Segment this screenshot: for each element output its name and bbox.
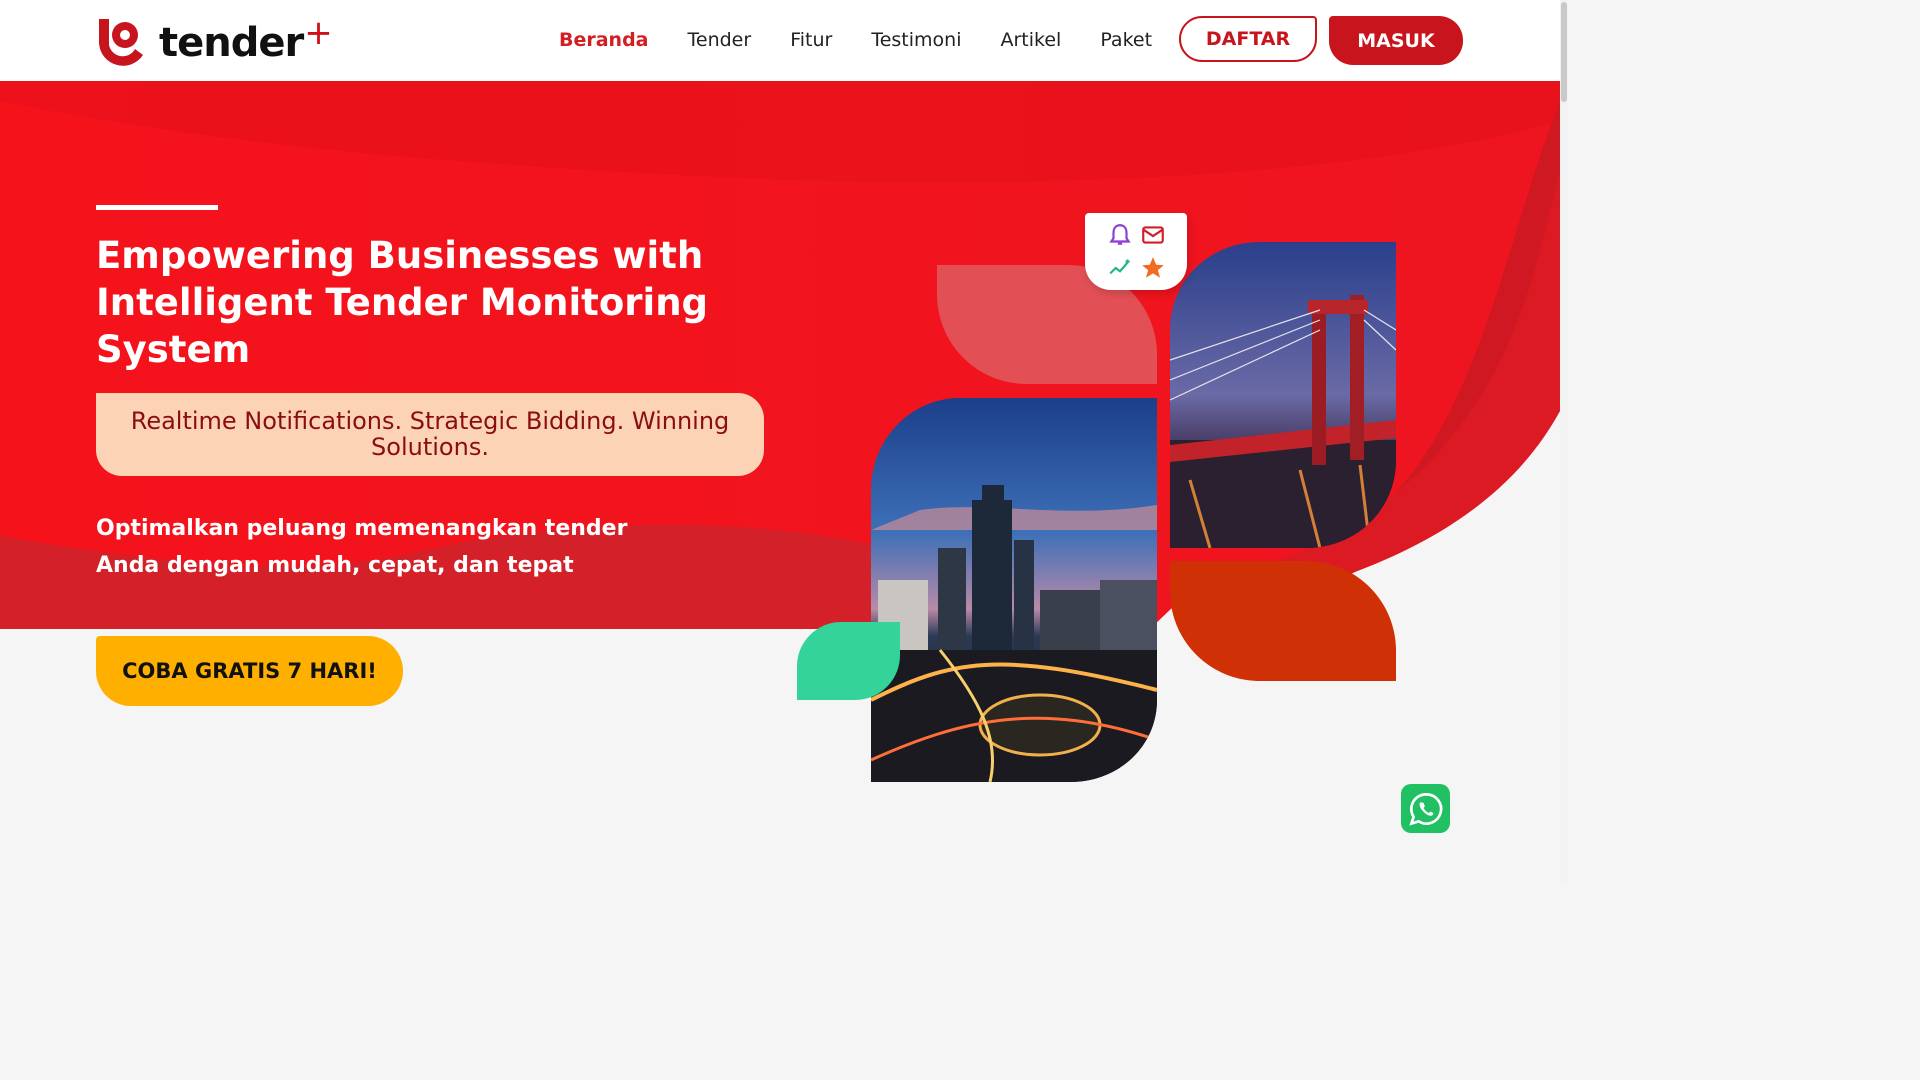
page-scrollbar[interactable] [1560, 0, 1568, 882]
hero-tagline: Realtime Notifications. Strategic Biddin… [96, 393, 764, 476]
nav-item-tender[interactable]: Tender [688, 27, 752, 53]
notification-icons-card [1085, 213, 1187, 290]
star-icon [1142, 257, 1164, 278]
register-button[interactable]: DAFTAR [1179, 16, 1317, 62]
hero-accent-line [96, 205, 218, 210]
bell-icon [1109, 224, 1131, 245]
whatsapp-icon [1408, 792, 1442, 826]
free-trial-button[interactable]: COBA GRATIS 7 HARI! [96, 636, 403, 706]
brand-logo[interactable]: tender + [95, 13, 333, 67]
scrollbar-thumb[interactable] [1561, 2, 1567, 102]
nav-item-testimoni[interactable]: Testimoni [871, 27, 961, 53]
site-header: tender + Beranda Tender Fitur Testimoni … [0, 0, 1568, 81]
nav-item-fitur[interactable]: Fitur [790, 27, 832, 53]
sparkle-chart-icon [1109, 259, 1130, 275]
hero-content: Empowering Businesses with Intelligent T… [96, 205, 796, 584]
logo-wordmark: tender [159, 20, 304, 66]
logo-plus: + [304, 13, 333, 53]
mail-icon [1142, 226, 1164, 244]
nav-item-beranda[interactable]: Beranda [559, 27, 649, 53]
nav-item-artikel[interactable]: Artikel [1000, 27, 1061, 53]
whatsapp-button[interactable] [1401, 784, 1450, 833]
hero-description: Optimalkan peluang memenangkan tender An… [96, 516, 628, 578]
logo-mark-icon [99, 19, 143, 66]
nav-item-paket[interactable]: Paket [1100, 27, 1152, 53]
hero-title: Empowering Businesses with Intelligent T… [96, 234, 709, 371]
main-nav: Beranda Tender Fitur Testimoni Artikel P… [559, 27, 1191, 53]
login-button[interactable]: MASUK [1329, 16, 1463, 65]
